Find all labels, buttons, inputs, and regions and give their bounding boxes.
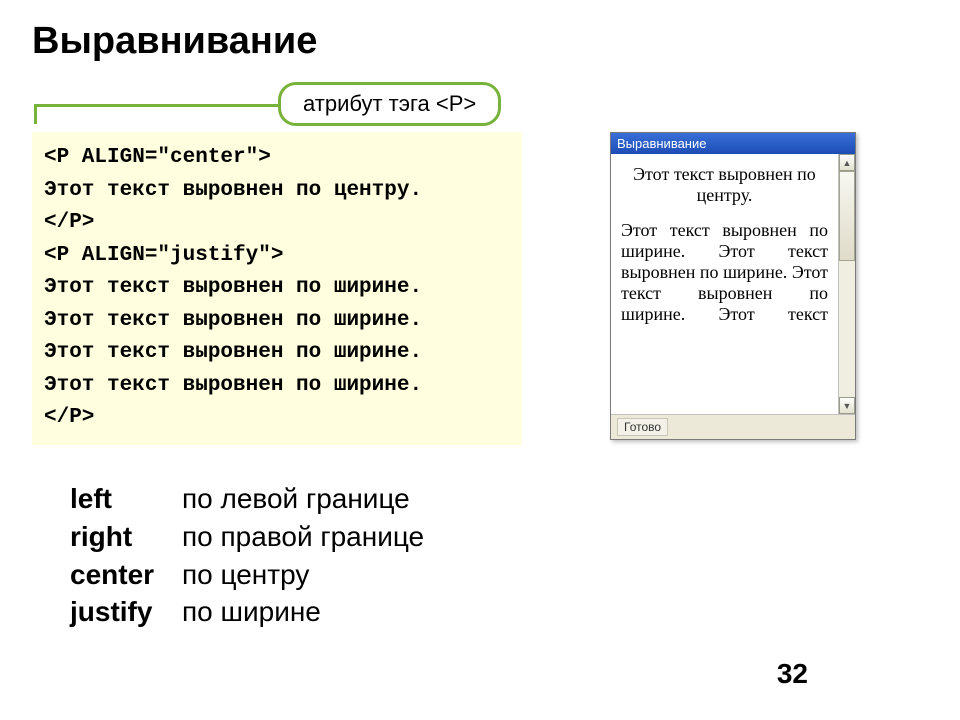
window-body: Этот текст выровнен по центру. Этот текс…: [611, 154, 855, 414]
window-title: Выравнивание: [617, 136, 706, 151]
definition-desc: по правой границе: [182, 518, 424, 556]
page-number: 32: [777, 658, 808, 690]
definition-term: left: [70, 480, 182, 518]
definition-row: center по центру: [70, 556, 424, 594]
preview-centered-paragraph: Этот текст выровнен по центру.: [621, 164, 828, 206]
definition-row: justify по ширине: [70, 593, 424, 631]
definition-term: justify: [70, 593, 182, 631]
definition-row: right по правой границе: [70, 518, 424, 556]
window-statusbar: Готово: [611, 414, 855, 439]
definition-term: center: [70, 556, 182, 594]
alignment-definitions: left по левой границе right по правой гр…: [70, 480, 424, 631]
code-line: Этот текст выровнен по ширине.: [44, 305, 512, 338]
connector-line-horizontal: [34, 104, 282, 107]
code-example-block: <P ALIGN="center"> Этот текст выровнен п…: [32, 132, 522, 445]
code-line: <P ALIGN="justify">: [44, 240, 512, 273]
definition-desc: по ширине: [182, 593, 321, 631]
code-line: </P>: [44, 207, 512, 240]
scroll-thumb[interactable]: [839, 171, 855, 261]
definition-row: left по левой границе: [70, 480, 424, 518]
definition-term: right: [70, 518, 182, 556]
definition-desc: по левой границе: [182, 480, 410, 518]
connector-line-vertical: [34, 104, 37, 124]
code-line: <P ALIGN="center">: [44, 142, 512, 175]
window-content: Этот текст выровнен по центру. Этот текс…: [611, 154, 838, 414]
scrollbar[interactable]: ▲ ▼: [838, 154, 855, 414]
status-text: Готово: [617, 418, 668, 436]
scroll-down-button[interactable]: ▼: [839, 397, 855, 414]
code-line: Этот текст выровнен по ширине.: [44, 272, 512, 305]
code-line: </P>: [44, 402, 512, 435]
scroll-up-button[interactable]: ▲: [839, 154, 855, 171]
attribute-pill-label: атрибут тэга <P>: [278, 82, 501, 126]
browser-preview-window: Выравнивание Этот текст выровнен по цент…: [610, 132, 856, 440]
code-line: Этот текст выровнен по ширине.: [44, 337, 512, 370]
scroll-track[interactable]: [839, 171, 855, 397]
code-line: Этот текст выровнен по ширине.: [44, 370, 512, 403]
preview-justified-paragraph: Этот текст выровнен по ширине. Этот текс…: [621, 220, 828, 325]
code-line: Этот текст выровнен по центру.: [44, 175, 512, 208]
window-titlebar: Выравнивание: [611, 133, 855, 154]
definition-desc: по центру: [182, 556, 309, 594]
slide-title: Выравнивание: [32, 20, 317, 63]
